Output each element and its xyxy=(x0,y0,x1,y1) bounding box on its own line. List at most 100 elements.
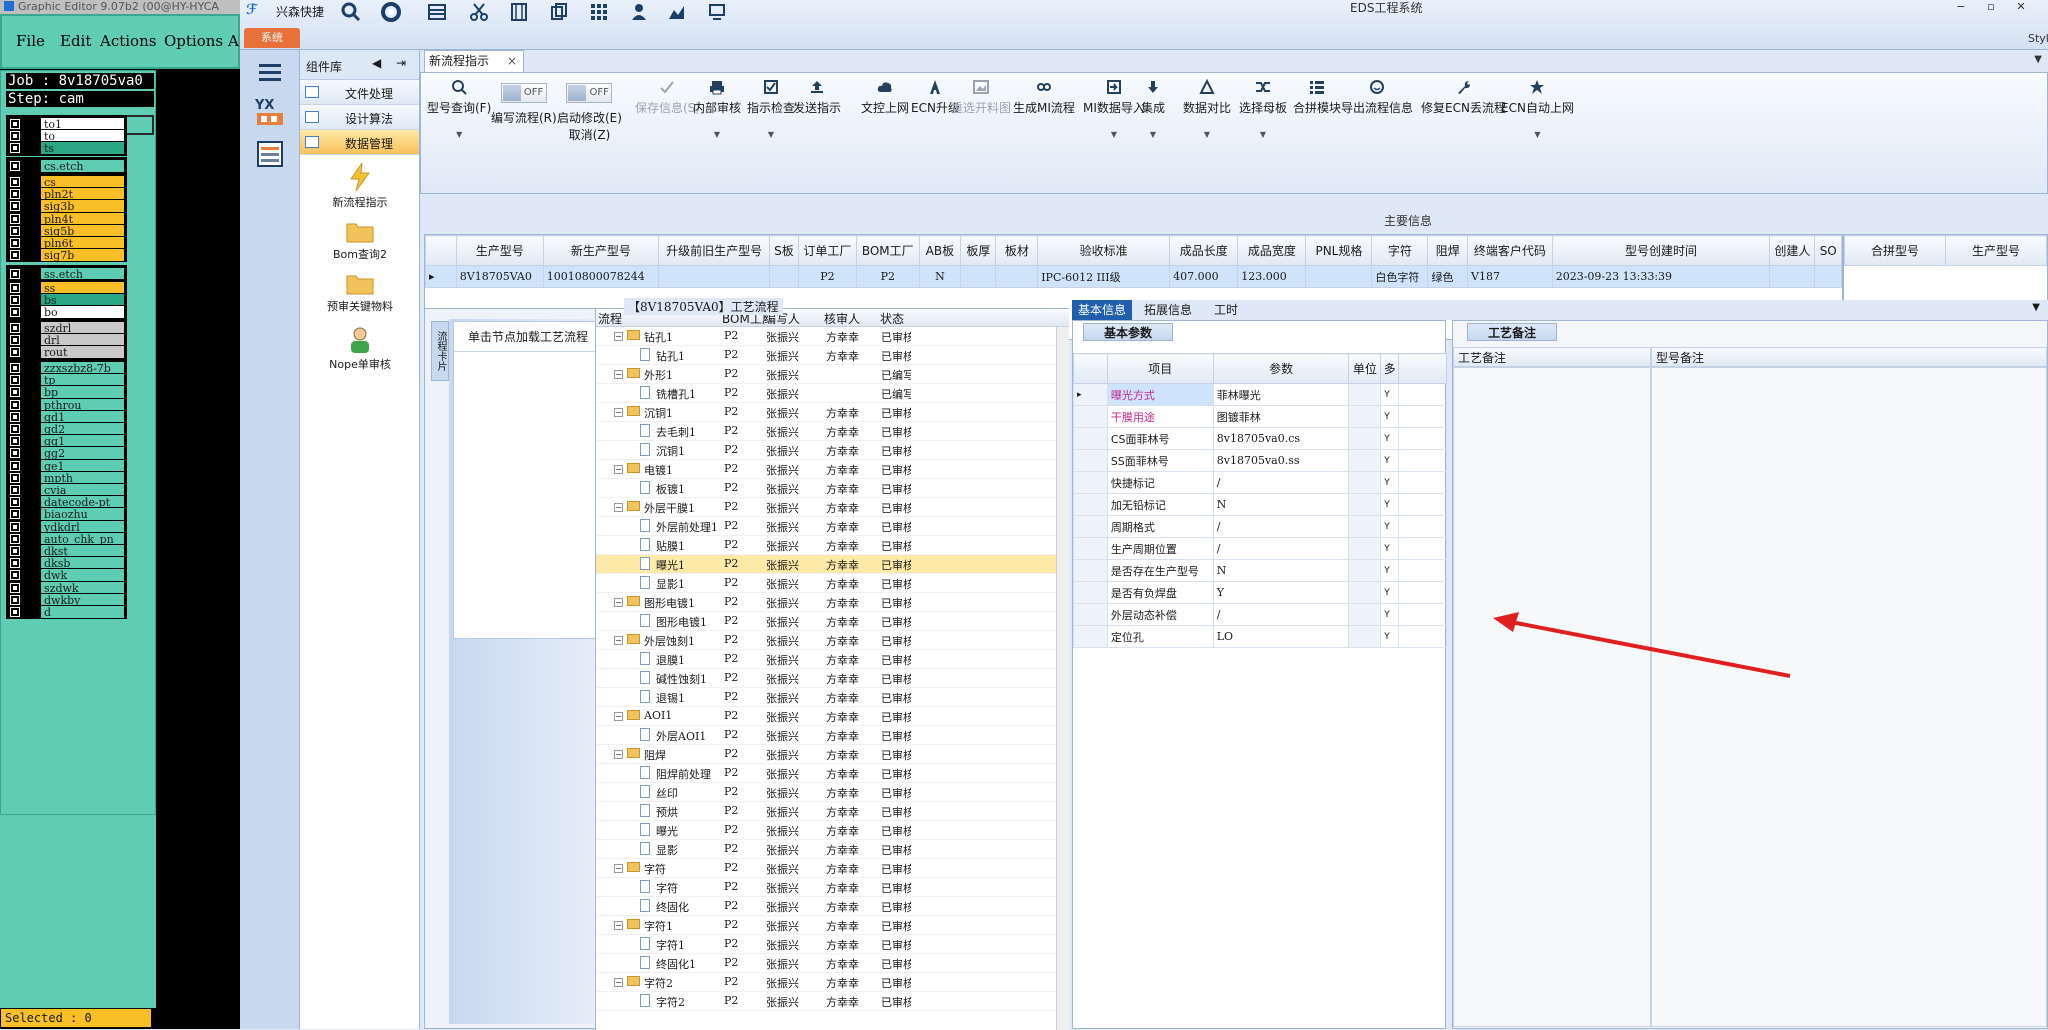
chevron-down-icon[interactable]: ▼ xyxy=(427,130,491,139)
collapse-icon[interactable]: − xyxy=(614,921,623,930)
process-remark-field[interactable] xyxy=(1453,367,1651,1027)
tree-row[interactable]: 终固化 P2 张振兴 方幸幸 已审核 xyxy=(596,897,1056,916)
tab-basic-info[interactable]: 基本信息 xyxy=(1072,300,1133,320)
row-indicator[interactable] xyxy=(1073,427,1108,450)
table-cell[interactable]: N xyxy=(918,265,962,288)
row-indicator[interactable] xyxy=(1073,493,1108,516)
layer-row[interactable]: sig7b xyxy=(8,248,125,263)
col-header[interactable]: 成品宽度 xyxy=(1237,235,1307,266)
close-icon[interactable]: × xyxy=(507,51,517,71)
layer-checkbox[interactable] xyxy=(10,143,20,154)
ribbon-button-11[interactable]: MI数据导入 ▼ xyxy=(1083,79,1145,139)
tree-row[interactable]: − AOI1 P2 张振兴 方幸幸 已审核 xyxy=(596,707,1056,726)
tree-row[interactable]: − 外形1 P2 张振兴 已编写 xyxy=(596,365,1056,384)
tree-row[interactable]: 终固化1 P2 张振兴 方幸幸 已审核 xyxy=(596,954,1056,973)
row-indicator[interactable] xyxy=(1073,559,1108,582)
row-indicator[interactable]: ▸ xyxy=(425,265,457,288)
tree-row[interactable]: − 外层蚀刻1 P2 张振兴 方幸幸 已审核 xyxy=(596,631,1056,650)
col-header[interactable]: 字符 xyxy=(1371,235,1429,266)
param-value[interactable]: / xyxy=(1212,515,1350,538)
col-header[interactable]: 创建人 xyxy=(1769,235,1816,266)
row-indicator[interactable] xyxy=(1073,603,1108,626)
param-row[interactable]: 是否存在生产型号 N Y xyxy=(1073,559,1447,582)
col-param[interactable]: 参数 xyxy=(1212,353,1350,384)
param-value[interactable]: N xyxy=(1212,493,1350,516)
tree-row[interactable]: 曝光1 P2 张振兴 方幸幸 已审核 xyxy=(596,555,1056,574)
scissors-icon[interactable] xyxy=(462,0,496,24)
tree-row[interactable]: 外层AOI1 P2 张振兴 方幸幸 已审核 xyxy=(596,726,1056,745)
tree-row[interactable]: 字符1 P2 张振兴 方幸幸 已审核 xyxy=(596,935,1056,954)
tree-row[interactable]: 碱性蚀刻1 P2 张振兴 方幸幸 已审核 xyxy=(596,669,1056,688)
row-indicator[interactable]: ▸ xyxy=(1073,383,1108,406)
graphics-canvas[interactable] xyxy=(156,70,240,1029)
layer-row[interactable]: d xyxy=(8,605,125,619)
layer-checkbox[interactable] xyxy=(10,250,20,261)
table-cell[interactable]: 123.000 xyxy=(1237,265,1307,288)
layer-checkbox[interactable] xyxy=(10,387,20,398)
param-value[interactable]: 8v18705va0.ss xyxy=(1212,449,1350,472)
copy-icon[interactable] xyxy=(542,0,576,24)
col-header[interactable]: 型号创建时间 xyxy=(1551,235,1771,266)
tree-row[interactable]: − 钻孔1 P2 张振兴 方幸幸 已审核 xyxy=(596,327,1056,346)
tree-row[interactable]: − 字符2 P2 张振兴 方幸幸 已审核 xyxy=(596,973,1056,992)
tree-row[interactable]: 字符2 P2 张振兴 方幸幸 已审核 xyxy=(596,992,1056,1011)
layer-checkbox[interactable] xyxy=(10,307,20,318)
layer-row[interactable]: rout xyxy=(8,345,125,360)
param-value[interactable]: LO xyxy=(1212,625,1350,648)
layer-checkbox[interactable] xyxy=(10,238,20,248)
tree-row[interactable]: 显影 P2 张振兴 方幸幸 已审核 xyxy=(596,840,1056,859)
flow-card-tab[interactable]: 流程卡片 xyxy=(431,321,449,381)
param-value[interactable]: N xyxy=(1212,559,1350,582)
menu-options[interactable]: Options xyxy=(164,32,223,50)
col-production-model[interactable]: 生产型号 xyxy=(1945,235,2047,266)
lifebuoy-icon[interactable] xyxy=(374,0,408,24)
col-reviewer[interactable]: 核审人 xyxy=(824,310,860,327)
param-row[interactable]: 是否有负焊盘 Y Y xyxy=(1073,581,1447,604)
tree-row[interactable]: 沉铜1 P2 张振兴 方幸幸 已审核 xyxy=(596,441,1056,460)
param-value[interactable]: / xyxy=(1212,537,1350,560)
row-indicator[interactable] xyxy=(1073,405,1108,428)
col-header[interactable]: 成品长度 xyxy=(1169,235,1239,266)
ribbon-button-5[interactable]: 指示检查 ▼ xyxy=(747,79,795,139)
monitor-icon[interactable] xyxy=(700,0,734,24)
tree-row[interactable]: 贴膜1 P2 张振兴 方幸幸 已审核 xyxy=(596,536,1056,555)
ribbon-button-14[interactable]: 选择母板 ▼ xyxy=(1239,79,1287,139)
table-cell[interactable] xyxy=(960,265,997,288)
tree-row[interactable]: 预烘 P2 张振兴 方幸幸 已审核 xyxy=(596,802,1056,821)
grid-icon[interactable] xyxy=(582,0,616,24)
collapse-icon[interactable]: − xyxy=(614,978,623,987)
param-row[interactable]: CS面菲林号 8v18705va0.cs Y xyxy=(1073,427,1447,450)
chevron-down-icon[interactable]: ▼ xyxy=(1083,130,1145,139)
param-row[interactable]: 定位孔 LO Y xyxy=(1073,625,1447,648)
ribbon-button-2[interactable]: OFF 启动修改(E) 取消(Z) xyxy=(557,79,622,143)
table-cell[interactable] xyxy=(1305,265,1373,288)
tree-row[interactable]: − 字符1 P2 张振兴 方幸幸 已审核 xyxy=(596,916,1056,935)
hamburger-menu-icon[interactable] xyxy=(250,54,290,90)
collapse-icon[interactable]: − xyxy=(614,408,623,417)
col-header[interactable]: 验收标准 xyxy=(1037,235,1171,266)
toggle-switch[interactable]: OFF xyxy=(500,83,547,103)
collapse-icon[interactable]: − xyxy=(614,750,623,759)
table-icon[interactable] xyxy=(420,0,454,24)
layer-checkbox[interactable] xyxy=(10,460,20,471)
col-flow[interactable]: 流程 xyxy=(598,310,622,327)
table-row[interactable]: ▸ 8V18705VA0 10010800078244 P2 P2 N IPC-6012 I… xyxy=(425,265,1842,288)
tree-row[interactable]: 去毛刺1 P2 张振兴 方幸幸 已审核 xyxy=(596,422,1056,441)
layer-checkbox[interactable] xyxy=(10,546,20,556)
tab-work-hours[interactable]: 工时 xyxy=(1208,300,1244,320)
tree-row[interactable]: 字符 P2 张振兴 方幸幸 已审核 xyxy=(596,878,1056,897)
layer-checkbox[interactable] xyxy=(10,521,20,532)
style-dropdown[interactable]: Style ▾ xyxy=(2028,32,2048,45)
film-icon[interactable] xyxy=(502,0,536,24)
layer-checkbox[interactable] xyxy=(10,485,20,495)
collapse-icon[interactable]: − xyxy=(614,864,623,873)
layer-checkbox[interactable] xyxy=(10,399,20,410)
col-header[interactable]: 板材 xyxy=(995,235,1039,266)
col-header[interactable]: AB板 xyxy=(918,235,962,266)
tree-row[interactable]: 退锡1 P2 张振兴 方幸幸 已审核 xyxy=(596,688,1056,707)
row-indicator[interactable] xyxy=(1073,537,1108,560)
lib-item-nope-review[interactable]: Nope单审核 xyxy=(300,326,420,372)
table-cell[interactable]: P2 xyxy=(856,265,920,288)
layer-checkbox[interactable] xyxy=(10,497,20,508)
param-row[interactable]: SS面菲林号 8v18705va0.ss Y xyxy=(1073,449,1447,472)
